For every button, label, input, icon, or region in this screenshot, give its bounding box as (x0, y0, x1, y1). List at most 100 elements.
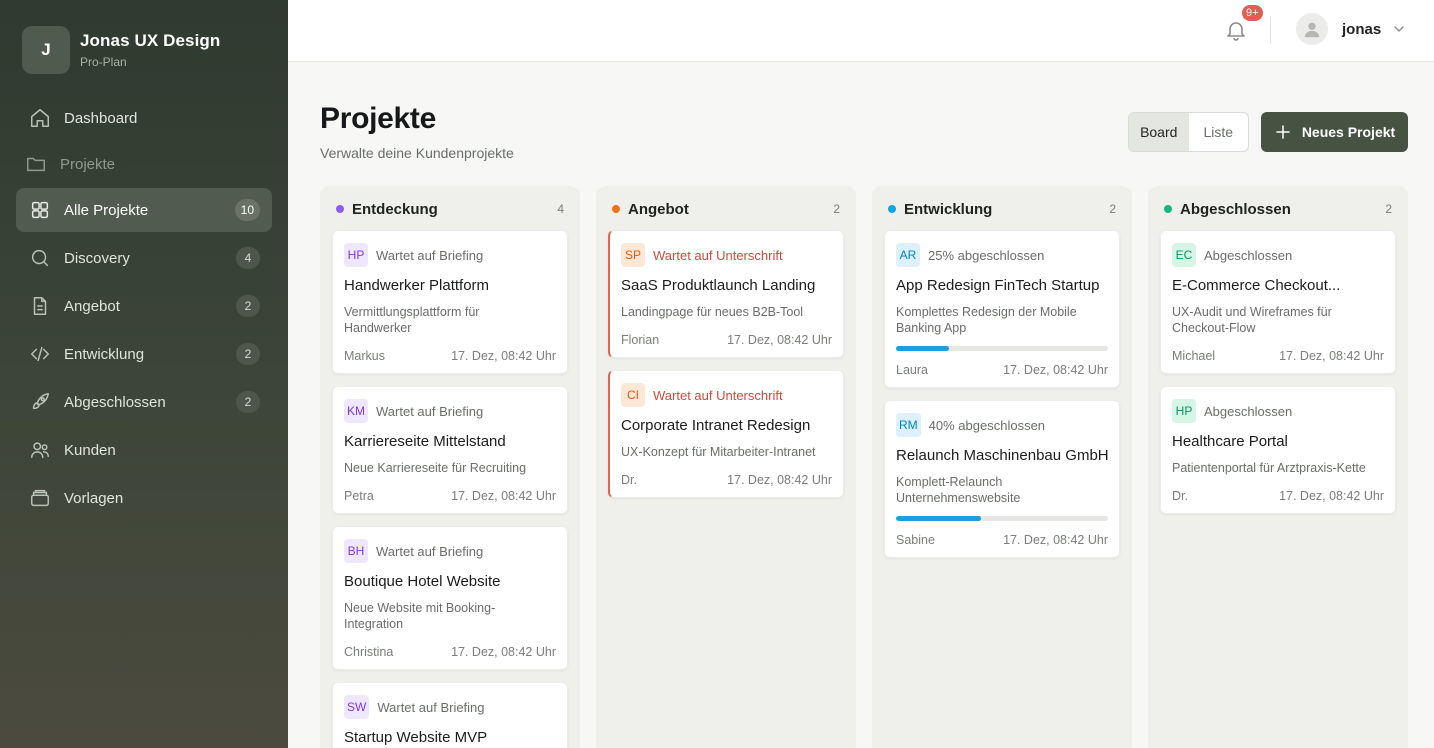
sidebar-item-vorlagen[interactable]: Vorlagen (16, 476, 272, 520)
sidebar-item-badge: 4 (236, 247, 260, 269)
project-title: Startup Website MVP (344, 729, 488, 746)
sidebar-item-kunden[interactable]: Kunden (16, 428, 272, 472)
sidebar-item-abgeschlossen[interactable]: Abgeschlossen 2 (16, 380, 272, 424)
project-initials: RM (896, 413, 921, 437)
column-count: 2 (833, 202, 840, 216)
sidebar-item-badge: 2 (236, 343, 260, 365)
project-description: Landingpage für neues B2B-Tool (621, 305, 804, 319)
progress-bar (896, 346, 1108, 351)
project-owner: Michael (1172, 349, 1216, 363)
progress-bar (896, 516, 1108, 521)
sidebar-section-projekte[interactable]: Projekte (16, 144, 272, 184)
sidebar-nav: Dashboard Projekte Alle Projekte 10 Disc… (16, 96, 272, 524)
sidebar: J Jonas UX Design Pro-Plan Dashboard Pro… (0, 0, 288, 748)
sidebar-item-label: Projekte (60, 155, 116, 173)
sidebar-item-badge: 2 (236, 391, 260, 413)
column-count: 4 (557, 202, 564, 216)
sidebar-item-angebot[interactable]: Angebot 2 (16, 284, 272, 328)
project-title: E-Commerce Checkout... (1172, 277, 1341, 294)
column-header: Entdeckung 4 (336, 200, 564, 218)
column-title: Angebot (628, 200, 689, 218)
sidebar-item-label: Abgeschlossen (64, 393, 166, 411)
sidebar-item-alle-projekte[interactable]: Alle Projekte 10 (16, 188, 272, 232)
grid-icon (28, 198, 52, 222)
user-name: jonas (1342, 20, 1382, 38)
project-card[interactable]: HP Wartet auf Briefing Handwerker Plattfo… (332, 230, 568, 374)
project-card[interactable]: EC Abgeschlossen E-Commerce Checkout... U… (1160, 230, 1396, 374)
project-initials: EC (1172, 243, 1196, 267)
sidebar-item-badge: 2 (236, 295, 260, 317)
board-column-entdeckung: Entdeckung 4 HP Wartet auf Briefing Handw… (320, 186, 580, 748)
project-description: UX-Audit und Wireframes für Checkout-Flo… (1172, 305, 1332, 335)
document-icon (28, 294, 52, 318)
project-date: 17. Dez, 08:42 Uhr (451, 489, 556, 503)
project-status: Abgeschlossen (1204, 403, 1293, 419)
progress-fill (896, 516, 981, 521)
project-status: Wartet auf Unterschrift (653, 247, 783, 263)
chevron-down-icon (1391, 21, 1407, 37)
sidebar-item-label: Discovery (64, 249, 130, 267)
avatar (1296, 13, 1328, 45)
project-owner: Laura (896, 363, 928, 377)
brand-plan: Pro-Plan (80, 55, 127, 69)
project-date: 17. Dez, 08:42 Uhr (727, 473, 832, 487)
project-title: Healthcare Portal (1172, 433, 1288, 450)
project-card[interactable]: CI Wartet auf Unterschrift Corporate Intr… (608, 370, 844, 498)
project-initials: KM (344, 399, 368, 423)
project-date: 17. Dez, 08:42 Uhr (451, 645, 556, 659)
project-initials: SP (621, 243, 645, 267)
project-owner: Dr. (1172, 489, 1188, 503)
column-header: Abgeschlossen 2 (1164, 200, 1392, 218)
column-header: Angebot 2 (612, 200, 840, 218)
project-title: Boutique Hotel Website (344, 573, 501, 590)
sidebar-item-discovery[interactable]: Discovery 4 (16, 236, 272, 280)
project-owner: Christina (344, 645, 394, 659)
view-board-button[interactable]: Board (1129, 113, 1189, 151)
archive-icon (28, 486, 52, 510)
page-title: Projekte (320, 102, 436, 135)
page-subtitle: Verwalte deine Kundenprojekte (320, 145, 514, 161)
sidebar-item-entwicklung[interactable]: Entwicklung 2 (16, 332, 272, 376)
project-status: Wartet auf Briefing (376, 403, 484, 419)
project-card[interactable]: RM 40% abgeschlossen Relaunch Maschinenba… (884, 400, 1120, 558)
project-status: Wartet auf Briefing (377, 699, 485, 715)
project-title: SaaS Produktlaunch Landing (621, 277, 816, 294)
column-status-dot (612, 205, 620, 213)
project-description: Neue Website mit Booking-Integration (344, 601, 496, 631)
project-initials: CI (621, 383, 645, 407)
brand-avatar: J (22, 26, 70, 74)
users-icon (28, 438, 52, 462)
plus-icon (1274, 123, 1292, 141)
project-owner: Sabine (896, 533, 935, 547)
project-status: 25% abgeschlossen (928, 247, 1045, 263)
view-list-button[interactable]: Liste (1189, 113, 1249, 151)
column-title: Entwicklung (904, 200, 993, 218)
project-title: App Redesign FinTech Startup (896, 277, 1100, 294)
project-description: Komplett-Relaunch Unternehmenswebsite (896, 475, 1021, 505)
project-card[interactable]: SP Wartet auf Unterschrift SaaS Produktla… (608, 230, 844, 358)
project-date: 17. Dez, 08:42 Uhr (451, 349, 556, 363)
project-initials: HP (1172, 399, 1196, 423)
column-status-dot (1164, 205, 1172, 213)
project-card[interactable]: BH Wartet auf Briefing Boutique Hotel Web… (332, 526, 568, 670)
project-card[interactable]: HP Abgeschlossen Healthcare Portal Patien… (1160, 386, 1396, 514)
project-owner: Dr. (621, 473, 637, 487)
column-status-dot (888, 205, 896, 213)
project-card[interactable]: KM Wartet auf Briefing Karriereseite Mitt… (332, 386, 568, 514)
project-card[interactable]: AR 25% abgeschlossen App Redesign FinTech… (884, 230, 1120, 388)
sidebar-item-label: Dashboard (64, 109, 138, 127)
brand-name: Jonas UX Design (80, 31, 221, 50)
new-project-button[interactable]: Neues Projekt (1261, 112, 1408, 152)
project-description: Komplettes Redesign der Mobile Banking A… (896, 305, 1077, 335)
project-initials: SW (344, 695, 370, 719)
sidebar-item-dashboard[interactable]: Dashboard (16, 96, 272, 140)
sidebar-item-label: Entwicklung (64, 345, 145, 363)
project-card[interactable]: SW Wartet auf Briefing Startup Website MV… (332, 682, 568, 748)
brand[interactable]: J Jonas UX Design Pro-Plan (22, 26, 220, 74)
board-column-abgeschlossen: Abgeschlossen 2 EC Abgeschlossen E-Commer… (1148, 186, 1408, 748)
project-status: Abgeschlossen (1204, 247, 1293, 263)
project-initials: BH (344, 539, 368, 563)
home-icon (28, 106, 52, 130)
column-title: Entdeckung (352, 200, 438, 218)
user-menu[interactable]: jonas (1296, 13, 1407, 45)
